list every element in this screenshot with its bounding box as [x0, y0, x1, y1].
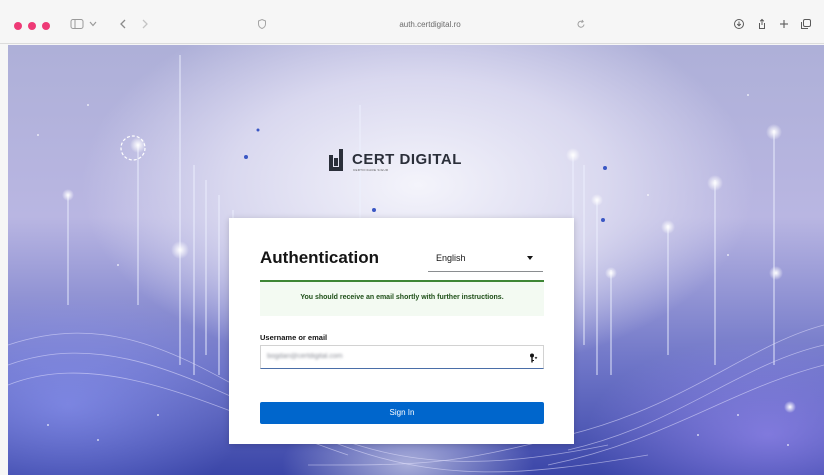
plus-icon[interactable] [778, 18, 790, 32]
brand-name: CERT DIGITAL [352, 151, 462, 168]
page-title: Authentication [260, 248, 379, 267]
auth-card: Authentication English You should receiv… [229, 218, 574, 444]
reload-icon[interactable] [576, 18, 586, 32]
alert-message: You should receive an email shortly with… [300, 294, 504, 301]
username-label: Username or email [260, 333, 328, 342]
browser-toolbar: auth.certdigital.ro [0, 0, 824, 44]
share-icon[interactable] [756, 18, 768, 32]
back-icon[interactable] [118, 18, 128, 32]
success-alert: You should receive an email shortly with… [260, 280, 544, 316]
chevron-down-icon[interactable] [88, 18, 98, 32]
language-select[interactable]: English [428, 247, 543, 272]
page-content: CERT DIGITAL CERTIFICARE SIGUR Authentic… [8, 45, 824, 475]
close-window-button[interactable] [14, 22, 22, 30]
caret-down-icon [527, 256, 533, 260]
forward-icon[interactable] [140, 18, 150, 32]
sign-in-button[interactable]: Sign In [260, 402, 544, 424]
sidebar-icon[interactable] [70, 18, 84, 32]
address-bar[interactable]: auth.certdigital.ro [280, 17, 580, 33]
browser-window: auth.certdigital.ro CERT DIGITAL CERTIFI… [0, 0, 824, 475]
username-value: bogdan@certdigital.com [267, 353, 343, 360]
download-icon[interactable] [733, 18, 745, 32]
maximize-window-button[interactable] [42, 22, 50, 30]
minimize-window-button[interactable] [28, 22, 36, 30]
logo-mark-icon [329, 149, 343, 171]
username-input[interactable]: bogdan@certdigital.com [260, 345, 544, 369]
brand-tagline: CERTIFICARE SIGUR [353, 168, 389, 172]
language-select-value: English [436, 253, 466, 263]
tabs-icon[interactable] [800, 18, 812, 32]
key-icon[interactable] [526, 352, 538, 364]
shield-icon [257, 18, 267, 32]
